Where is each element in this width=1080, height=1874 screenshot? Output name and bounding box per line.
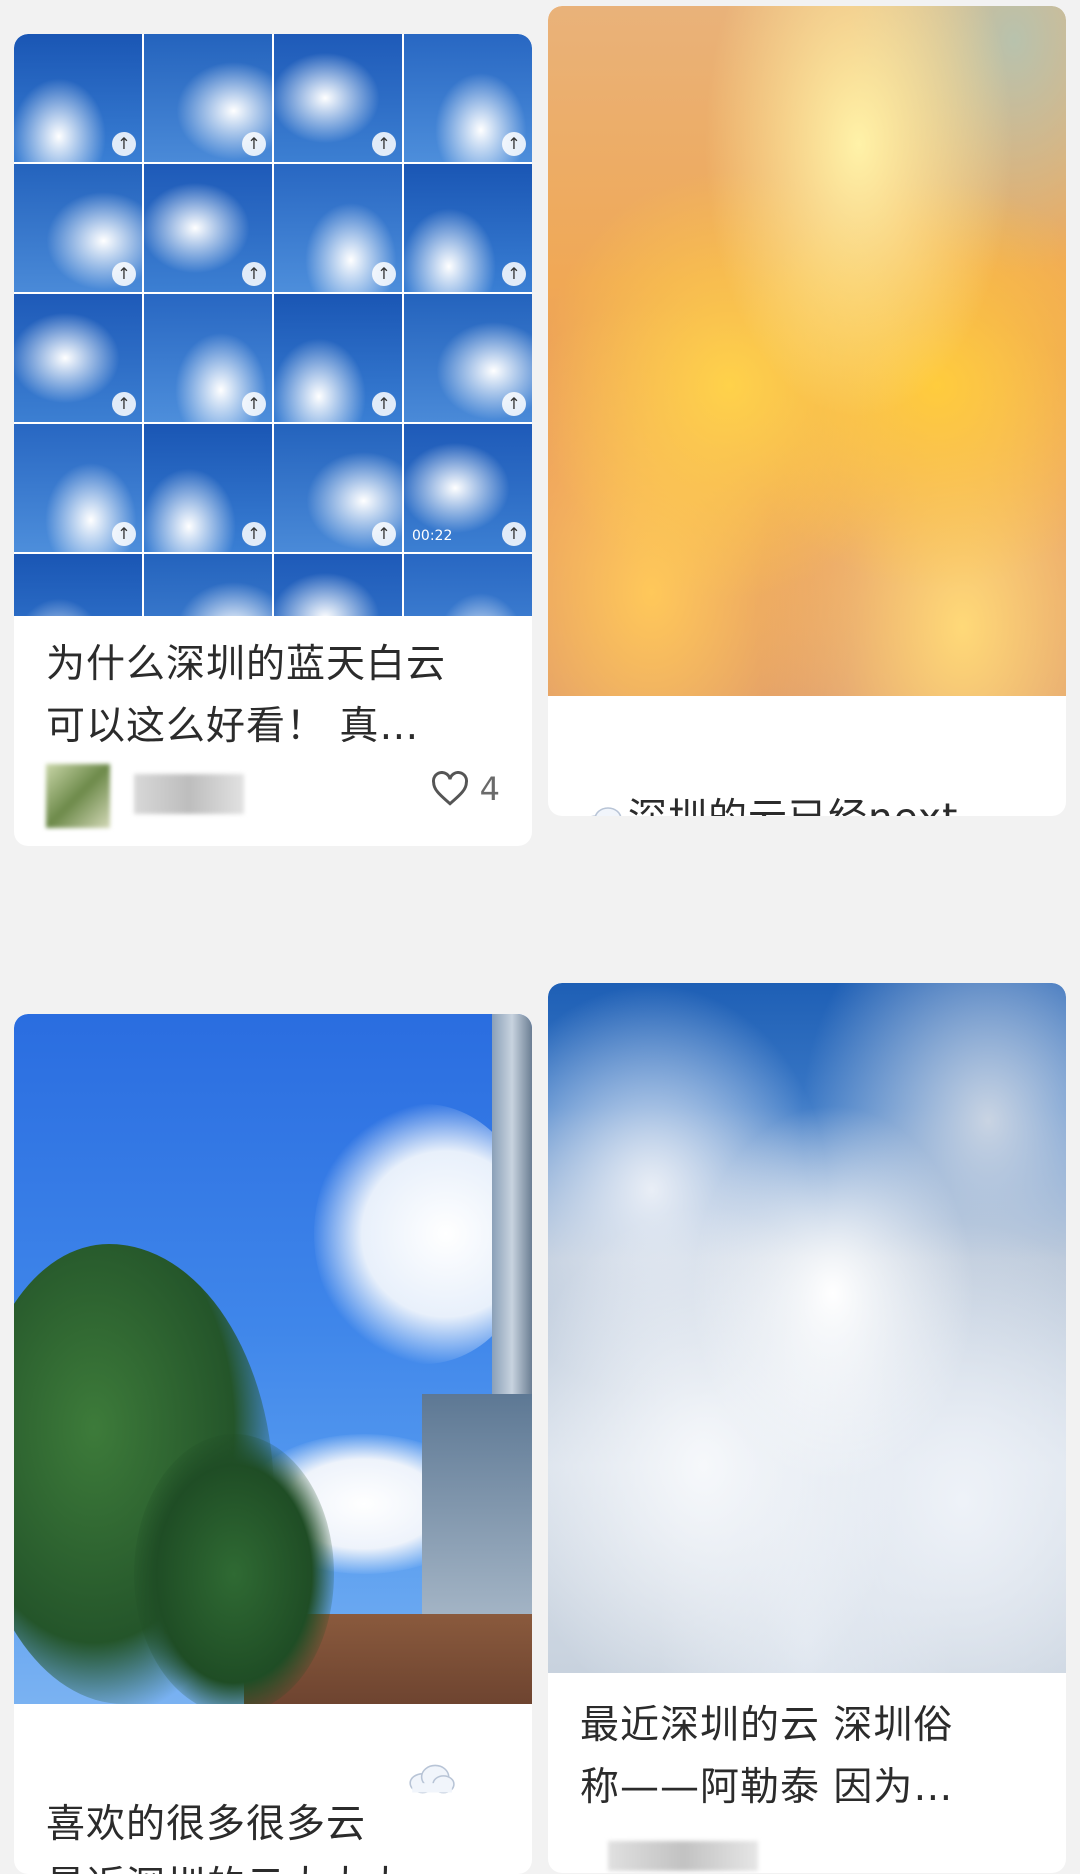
grid-photo-thumbnail: ↑ (14, 554, 142, 616)
grid-photo-thumbnail: ↑ (404, 34, 532, 162)
author-name-blurred[interactable] (134, 774, 244, 814)
feed-card-3[interactable]: 喜欢的很多很多云 最近深圳的云太太太… (14, 1014, 532, 1874)
upload-cloud-icon: ↑ (502, 262, 526, 286)
upload-cloud-icon: ↑ (372, 392, 396, 416)
feed-card-1[interactable]: ↑↑↑↑↑↑↑↑↑↑↑↑↑↑↑↑00:22↑↑↑↑ 为什么深圳的蓝天白云 可以这… (14, 34, 532, 846)
grid-photo-thumbnail: ↑ (274, 424, 402, 552)
upload-cloud-icon: ↑ (242, 522, 266, 546)
author-name-blurred[interactable] (608, 1841, 758, 1871)
grid-photo-thumbnail: ↑ (274, 554, 402, 616)
card-title-text: 深圳的云已经next level 来深圳最直观… (580, 796, 971, 816)
upload-cloud-icon: ↑ (502, 522, 526, 546)
card-cover-photo-grid[interactable]: ↑↑↑↑↑↑↑↑↑↑↑↑↑↑↑↑00:22↑↑↑↑ (14, 34, 532, 616)
card-title[interactable]: 为什么深圳的蓝天白云 可以这么好看！ 真… (46, 634, 508, 758)
grid-photo-thumbnail: ↑ 00:22 (404, 424, 532, 552)
grid-photo-thumbnail: ↑ (144, 34, 272, 162)
photo-grid: ↑↑↑↑↑↑↑↑↑↑↑↑↑↑↑↑00:22↑↑↑↑ (14, 34, 532, 616)
grid-photo-thumbnail: ↑ (274, 164, 402, 292)
grid-photo-thumbnail: ↑ (144, 424, 272, 552)
card-meta (568, 1833, 1042, 1873)
building-mall (422, 1394, 532, 1634)
card-title[interactable]: 最近深圳的云 深圳俗 称——阿勒泰 因为… (580, 1695, 1042, 1819)
grid-photo-thumbnail: ↑ (404, 294, 532, 422)
grid-photo-thumbnail: ↑ (14, 294, 142, 422)
card-title[interactable]: 深圳的云已经next level 来深圳最直观… (580, 726, 1042, 816)
heart-icon (431, 771, 468, 806)
upload-cloud-icon: ↑ (112, 132, 136, 156)
grid-photo-thumbnail: ↑ (274, 294, 402, 422)
upload-cloud-icon: ↑ (372, 262, 396, 286)
grid-photo-thumbnail: ↑ (404, 164, 532, 292)
upload-cloud-icon: ↑ (372, 522, 396, 546)
like-count: 4 (479, 770, 500, 808)
cloud-emoji-icon (409, 1764, 455, 1794)
upload-cloud-icon: ↑ (242, 262, 266, 286)
upload-cloud-icon: ↑ (502, 392, 526, 416)
card-cover-photo-street-sky[interactable] (14, 1014, 532, 1704)
upload-cloud-icon: ↑ (112, 392, 136, 416)
grid-photo-thumbnail: ↑ (14, 34, 142, 162)
tree-canopy (134, 1434, 334, 1704)
upload-cloud-icon: ↑ (112, 262, 136, 286)
upload-cloud-icon: ↑ (242, 392, 266, 416)
grid-photo-thumbnail: ↑ (14, 164, 142, 292)
upload-cloud-icon: ↑ (112, 522, 136, 546)
card-cover-photo-sunset-clouds[interactable] (548, 6, 1066, 696)
feed-card-4[interactable]: 最近深圳的云 深圳俗 称——阿勒泰 因为… (548, 983, 1066, 1873)
card-title[interactable]: 喜欢的很多很多云 最近深圳的云太太太… (46, 1732, 508, 1874)
like-button[interactable]: 4 (430, 770, 500, 808)
grid-photo-thumbnail: ↑ (144, 294, 272, 422)
grid-photo-thumbnail: ↑ (274, 34, 402, 162)
grid-photo-thumbnail: ↑ (14, 424, 142, 552)
card-cover-photo-white-clouds[interactable] (548, 983, 1066, 1673)
card-meta: 4 (34, 754, 508, 834)
grid-photo-thumbnail: ↑ (144, 164, 272, 292)
upload-cloud-icon: ↑ (372, 132, 396, 156)
upload-cloud-icon: ↑ (502, 132, 526, 156)
feed-card-2[interactable]: 深圳的云已经next level 来深圳最直观… 15 (548, 6, 1066, 816)
grid-photo-thumbnail: ↑ (144, 554, 272, 616)
author-avatar[interactable] (46, 764, 110, 828)
card-title-text: 喜欢的很多很多云 最近深圳的云太太太… (46, 1802, 445, 1874)
grid-photo-thumbnail: ↑ (404, 554, 532, 616)
cloud-emoji-icon (589, 806, 622, 816)
video-duration-label: 00:22 (412, 528, 453, 544)
upload-cloud-icon: ↑ (242, 132, 266, 156)
